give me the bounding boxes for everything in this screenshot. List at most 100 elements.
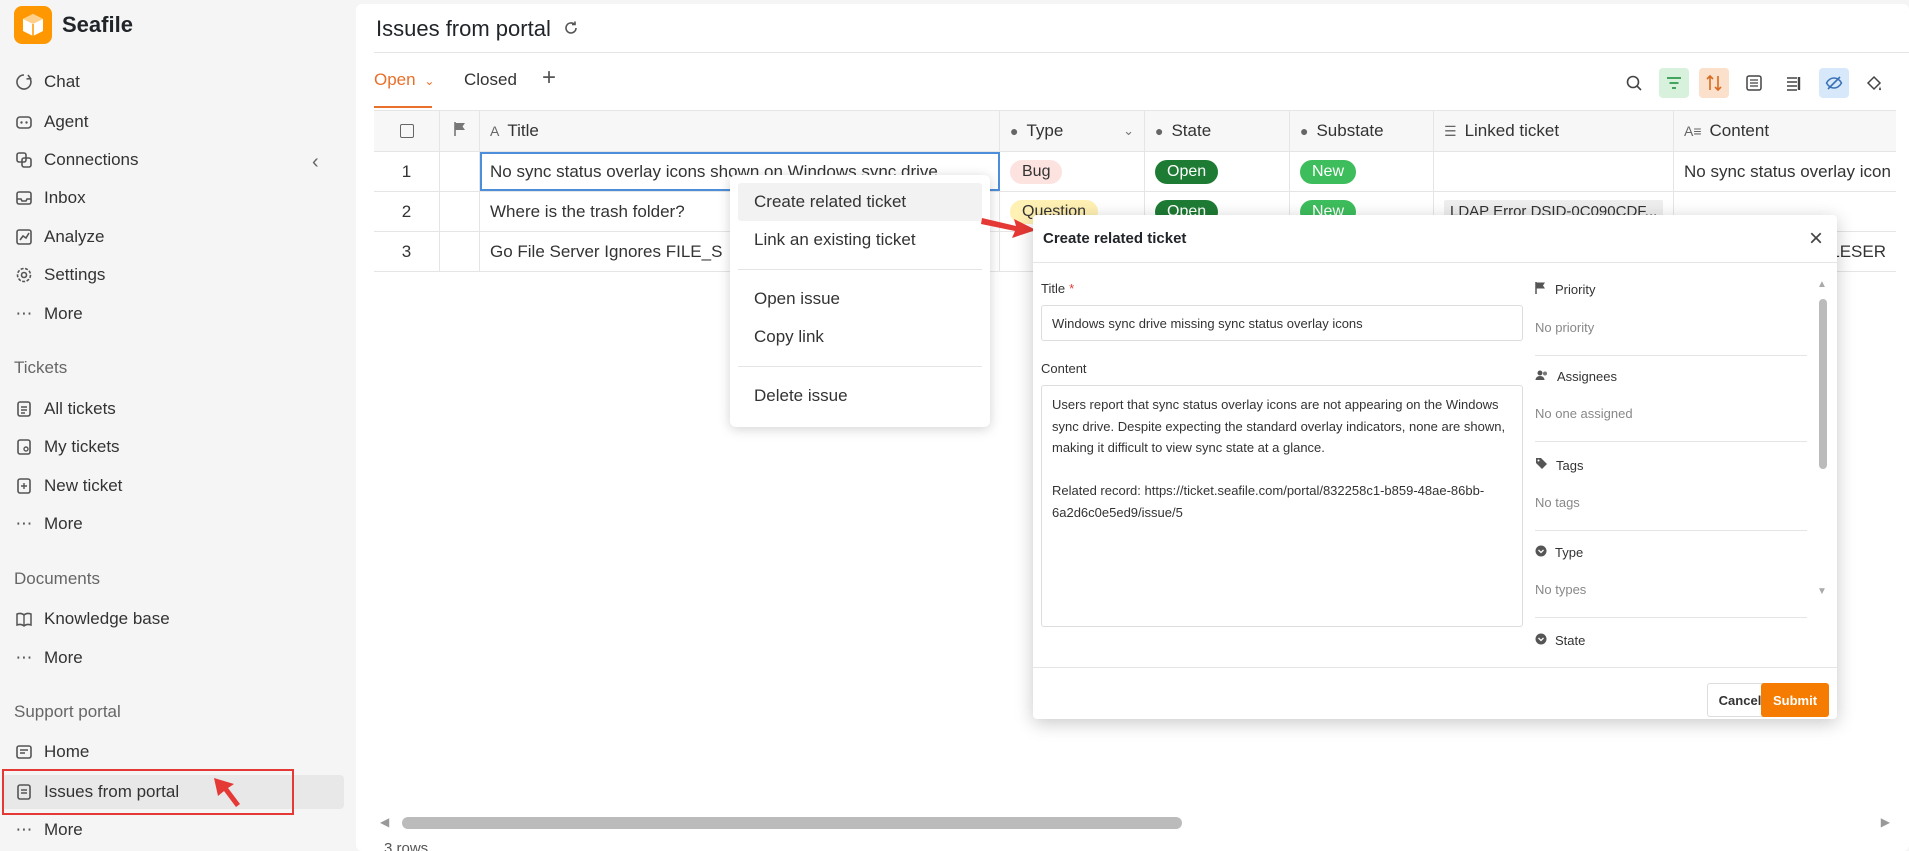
menu-item-link-existing-ticket[interactable]: Link an existing ticket [730,221,990,259]
menu-item-copy-link[interactable]: Copy link [730,318,990,356]
sidebar-item-analyze[interactable]: Analyze [14,220,340,254]
search-icon[interactable] [1619,68,1649,98]
menu-item-open-issue[interactable]: Open issue [730,280,990,318]
section-documents: Documents [14,569,100,588]
paint-bucket-icon[interactable] [1859,68,1889,98]
columns-icon[interactable] [1779,68,1809,98]
column-header-linked-ticket[interactable]: ☰ Linked ticket [1434,111,1674,151]
tags-value: No tags [1535,495,1580,510]
long-text-icon: A≡ [1684,123,1702,139]
sidebar-item-my-tickets[interactable]: My tickets [14,430,340,464]
state-cell[interactable]: Open [1145,152,1290,191]
submit-button[interactable]: Submit [1761,683,1829,717]
flag-icon [453,121,467,142]
more-icon: ⋯ [15,514,33,533]
table-row[interactable]: 1 No sync status overlay icons shown on … [374,152,1896,192]
type-field[interactable]: Type No types [1535,545,1807,618]
priority-field[interactable]: Priority No priority [1535,281,1807,356]
divider [1535,355,1807,356]
scroll-left-icon[interactable]: ◀ [380,815,389,829]
brand[interactable]: Seafile [14,6,133,44]
sidebar-item-documents-more[interactable]: ⋯ More [14,641,340,675]
content-textarea[interactable]: Users report that sync status overlay ic… [1041,385,1523,627]
content-field-label: Content [1041,361,1087,376]
assignees-field[interactable]: Assignees No one assigned [1535,369,1807,442]
row-flag-cell[interactable] [440,232,480,271]
menu-item-create-related-ticket[interactable]: Create related ticket [738,183,982,221]
group-icon[interactable] [1739,68,1769,98]
substate-badge: New [1300,159,1357,184]
sidebar-item-agent[interactable]: Agent [14,105,340,139]
add-view-icon[interactable]: + [542,64,556,92]
flag-column-header[interactable] [440,111,480,151]
column-header-substate[interactable]: ● Substate [1290,111,1434,151]
dialog-title: Create related ticket [1033,215,1837,263]
sidebar-item-label: More [44,820,83,839]
page-title: Issues from portal [376,16,579,42]
sidebar-item-connections[interactable]: Connections [14,143,340,177]
column-header-title[interactable]: A Title [480,111,1000,151]
sidebar-item-new-ticket[interactable]: New ticket [14,469,340,503]
brand-name: Seafile [62,12,133,37]
tickets-list-icon [14,399,34,419]
column-header-type[interactable]: ● Type ⌄ [1000,111,1145,151]
row-number: 1 [374,152,440,191]
chevron-down-icon[interactable]: ⌄ [1123,123,1134,139]
horizontal-scrollbar[interactable]: ◀ ▶ [374,814,1896,830]
scroll-up-icon[interactable]: ▲ [1817,279,1827,290]
hide-columns-icon[interactable] [1819,68,1849,98]
single-select-icon [1535,545,1547,560]
scrollbar-thumb[interactable] [1819,299,1827,469]
close-icon[interactable]: × [1809,225,1823,253]
select-all-checkbox[interactable] [374,111,440,151]
column-header-label: Title [507,121,539,140]
row-flag-cell[interactable] [440,152,480,191]
sidebar-item-portal-more[interactable]: ⋯ More [14,813,340,847]
content-cell[interactable]: No sync status overlay icon [1674,152,1896,191]
tags-label: Tags [1556,457,1584,473]
row-flag-cell[interactable] [440,192,480,231]
sidebar-item-inbox[interactable]: Inbox [14,181,340,215]
sidebar-item-settings[interactable]: Settings [14,258,340,292]
title-field-label: Title * [1041,281,1074,296]
dialog-footer-divider [1033,667,1837,668]
sidebar-item-home[interactable]: Home [14,735,340,769]
collapse-sidebar-icon[interactable]: ‹ [312,151,319,174]
text-type-icon: A [490,123,500,139]
state-badge: Open [1155,159,1219,184]
title-input[interactable]: Windows sync drive missing sync status o… [1041,305,1523,341]
analyze-icon [14,227,34,247]
sidebar-item-more[interactable]: ⋯ More [14,297,340,331]
priority-value: No priority [1535,320,1595,335]
more-icon: ⋯ [15,648,33,667]
scroll-down-icon[interactable]: ▼ [1817,586,1827,597]
sidebar-item-tickets-more[interactable]: ⋯ More [14,507,340,541]
row-number: 2 [374,192,440,231]
connections-icon [14,150,34,170]
properties-scrollbar[interactable]: ▲ ▼ [1817,279,1827,597]
state-field[interactable]: State [1535,633,1807,648]
column-header-state[interactable]: ● State [1145,111,1290,151]
scrollbar-thumb[interactable] [402,817,1182,829]
sidebar-item-all-tickets[interactable]: All tickets [14,392,340,426]
column-header-content[interactable]: A≡ Content [1674,111,1896,151]
scroll-right-icon[interactable]: ▶ [1881,815,1890,829]
sidebar-item-label: Knowledge base [44,609,170,628]
sidebar-item-knowledge-base[interactable]: Knowledge base [14,602,340,636]
sidebar-item-chat[interactable]: Chat [14,65,340,99]
refresh-icon[interactable] [563,16,579,42]
filter-icon[interactable] [1659,68,1689,98]
sort-icon[interactable] [1699,68,1729,98]
type-label: Type [1555,545,1584,560]
linked-ticket-cell[interactable] [1434,152,1674,191]
tab-open[interactable]: Open ⌄ [374,70,434,90]
tags-field[interactable]: Tags No tags [1535,457,1807,531]
flag-icon [1535,281,1547,298]
type-cell[interactable]: Bug [1000,152,1145,191]
substate-cell[interactable]: New [1290,152,1434,191]
type-badge: Bug [1010,159,1063,184]
divider [1535,617,1807,618]
tab-closed[interactable]: Closed [464,70,517,90]
menu-item-delete-issue[interactable]: Delete issue [730,377,990,415]
sidebar-item-label: Connections [44,150,139,169]
